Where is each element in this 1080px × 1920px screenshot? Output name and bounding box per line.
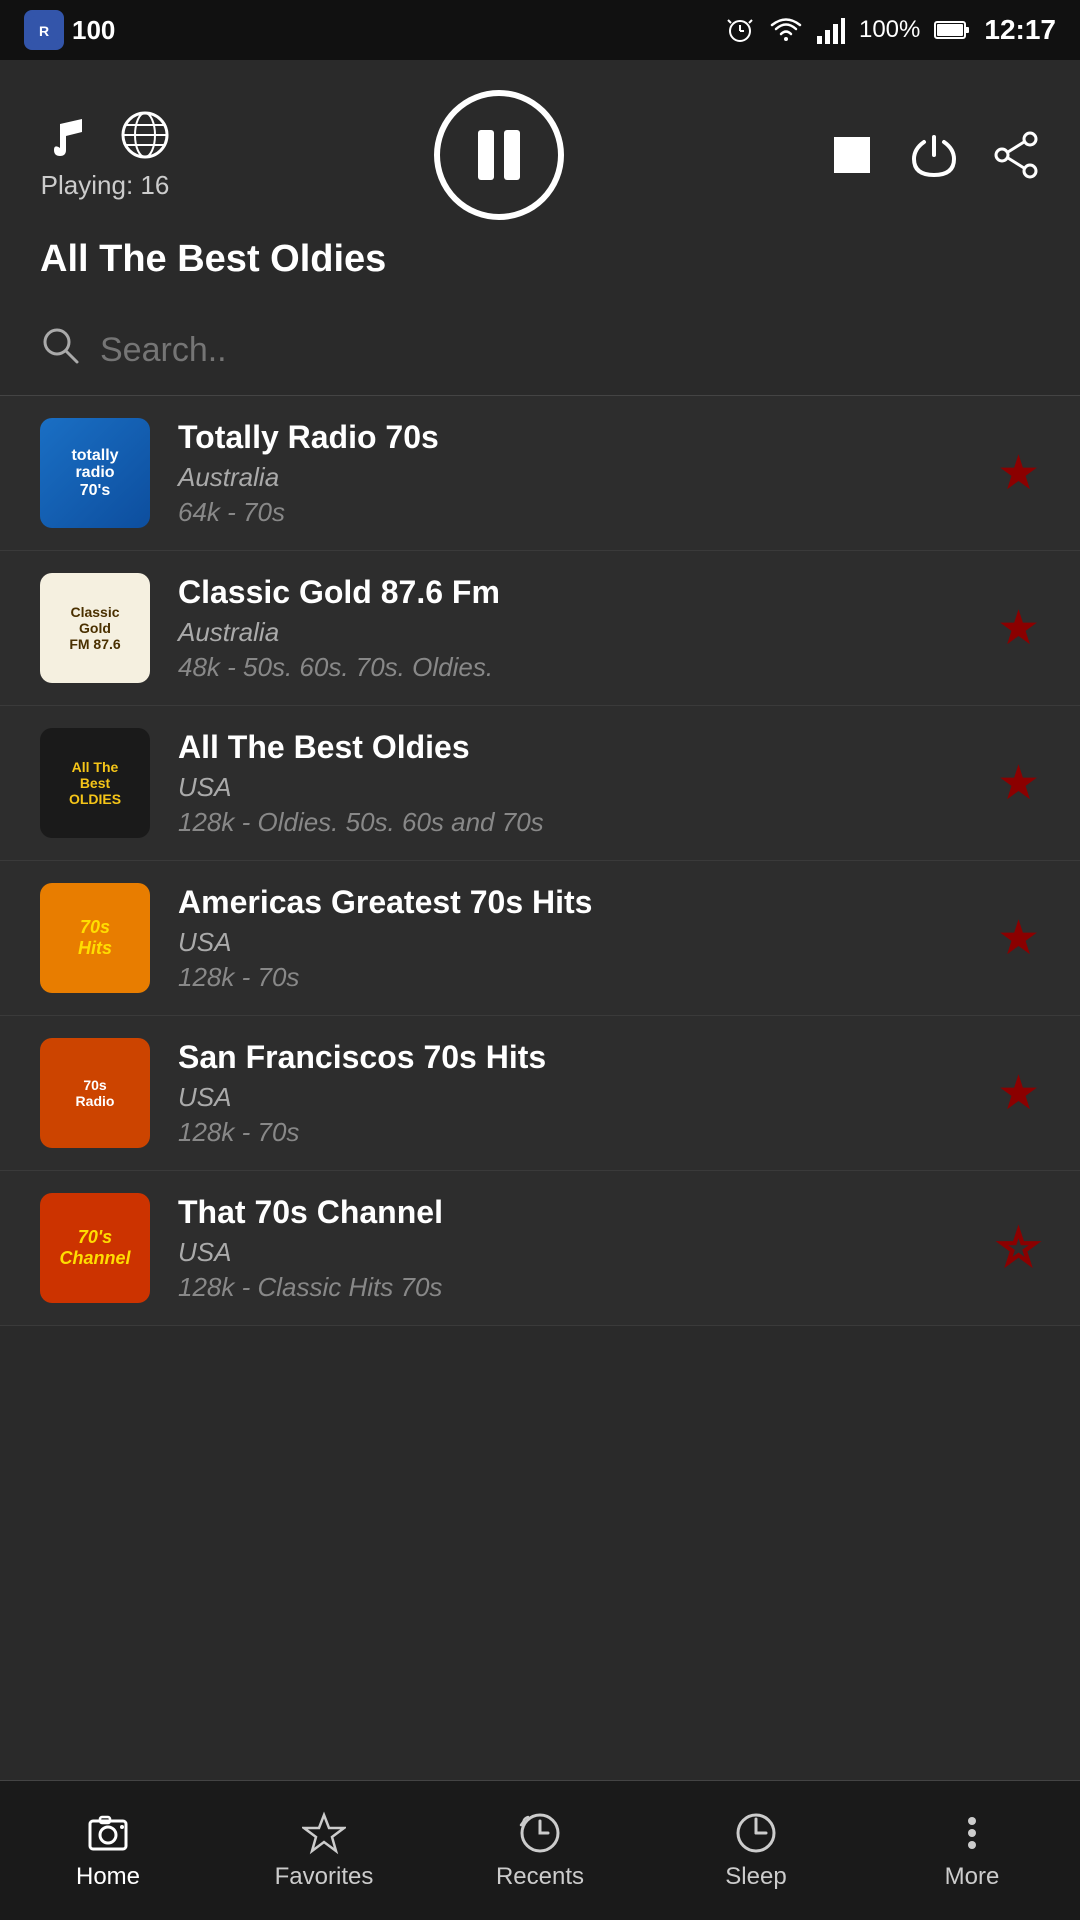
pause-icon [478,130,520,180]
station-info-3: All The Best Oldies USA 128k - Oldies. 5… [178,729,977,838]
station-info-1: Totally Radio 70s Australia 64k - 70s [178,419,977,528]
station-item-3[interactable]: All TheBestOLDIES All The Best Oldies US… [0,706,1080,861]
search-icon [40,325,80,375]
nav-item-home[interactable]: Home [0,1811,216,1891]
station-logo-6: 70'sChannel [40,1193,150,1303]
station-name-6: That 70s Channel [178,1194,977,1231]
nav-label-recents: Recents [496,1863,584,1891]
player-controls: Playing: 16 [40,90,1040,220]
status-right: 100% 12:17 [725,14,1056,46]
nav-label-more: More [945,1863,1000,1891]
nav-label-home: Home [76,1863,140,1891]
station-favorite-1[interactable]: ★ [997,445,1040,501]
globe-icon[interactable] [120,110,170,160]
station-country-1: Australia [178,462,977,493]
battery-icon [934,19,970,41]
svg-text:R: R [39,23,49,39]
app-icon: R [24,10,64,50]
battery-percent: 100% [859,16,920,44]
station-name-4: Americas Greatest 70s Hits [178,884,977,921]
station-favorite-2[interactable]: ★ [997,600,1040,656]
playing-count: Playing: 16 [41,170,170,201]
station-item-4[interactable]: 70sHits Americas Greatest 70s Hits USA 1… [0,861,1080,1016]
station-info-2: Classic Gold 87.6 Fm Australia 48k - 50s… [178,574,977,683]
more-dots-icon [950,1811,994,1855]
content-area: Playing: 16 [0,60,1080,1780]
time: 12:17 [984,14,1056,46]
station-item-1[interactable]: totallyradio70's Totally Radio 70s Austr… [0,396,1080,551]
station-logo-4: 70sHits [40,883,150,993]
station-list: totallyradio70's Totally Radio 70s Austr… [0,396,1080,1326]
station-item-5[interactable]: 70sRadio San Franciscos 70s Hits USA 128… [0,1016,1080,1171]
sleep-clock-icon [734,1811,778,1855]
bottom-nav: Home Favorites Recents Sleep More [0,1780,1080,1920]
now-playing-title: All The Best Oldies [40,238,1040,281]
signal-icon [817,16,845,44]
wifi-icon [769,15,803,45]
station-info-5: San Franciscos 70s Hits USA 128k - 70s [178,1039,977,1148]
home-camera-icon [86,1811,130,1855]
station-meta-4: 128k - 70s [178,962,977,993]
header-right [828,131,1040,179]
nav-item-more[interactable]: More [864,1811,1080,1891]
station-item-2[interactable]: ClassicGoldFM 87.6 Classic Gold 87.6 Fm … [0,551,1080,706]
station-favorite-3[interactable]: ★ [997,755,1040,811]
station-item-6[interactable]: 70'sChannel That 70s Channel USA 128k - … [0,1171,1080,1326]
station-logo-5: 70sRadio [40,1038,150,1148]
station-info-6: That 70s Channel USA 128k - Classic Hits… [178,1194,977,1303]
power-button[interactable] [910,131,958,179]
station-name-5: San Franciscos 70s Hits [178,1039,977,1076]
favorites-star-icon [302,1811,346,1855]
stop-button[interactable] [828,131,876,179]
station-name-1: Totally Radio 70s [178,419,977,456]
header-left: Playing: 16 [40,110,170,201]
station-meta-6: 128k - Classic Hits 70s [178,1272,977,1303]
nav-item-favorites[interactable]: Favorites [216,1811,432,1891]
station-favorite-4[interactable]: ★ [997,910,1040,966]
alarm-icon [725,15,755,45]
station-meta-1: 64k - 70s [178,497,977,528]
station-meta-3: 128k - Oldies. 50s. 60s and 70s [178,807,977,838]
station-logo-3: All TheBestOLDIES [40,728,150,838]
station-favorite-5[interactable]: ★ [997,1065,1040,1121]
status-left: R 100 [24,10,115,50]
search-input[interactable] [100,331,1040,370]
share-button[interactable] [992,131,1040,179]
pause-button[interactable] [434,90,564,220]
status-bar: R 100 100% [0,0,1080,60]
player-header: Playing: 16 [0,60,1080,305]
station-logo-1: totallyradio70's [40,418,150,528]
nav-item-recents[interactable]: Recents [432,1811,648,1891]
station-meta-5: 128k - 70s [178,1117,977,1148]
station-favorite-6[interactable]: ☆ [997,1220,1040,1276]
search-bar [0,305,1080,396]
station-country-6: USA [178,1237,977,1268]
station-meta-2: 48k - 50s. 60s. 70s. Oldies. [178,652,977,683]
nav-item-sleep[interactable]: Sleep [648,1811,864,1891]
station-country-2: Australia [178,617,977,648]
station-info-4: Americas Greatest 70s Hits USA 128k - 70… [178,884,977,993]
station-country-4: USA [178,927,977,958]
music-note-icon [40,110,90,160]
nav-label-sleep: Sleep [725,1863,786,1891]
station-name-3: All The Best Oldies [178,729,977,766]
station-country-5: USA [178,1082,977,1113]
nav-label-favorites: Favorites [275,1863,374,1891]
station-name-2: Classic Gold 87.6 Fm [178,574,977,611]
recents-history-icon [518,1811,562,1855]
station-logo-2: ClassicGoldFM 87.6 [40,573,150,683]
station-country-3: USA [178,772,977,803]
signal-count: 100 [72,15,115,46]
